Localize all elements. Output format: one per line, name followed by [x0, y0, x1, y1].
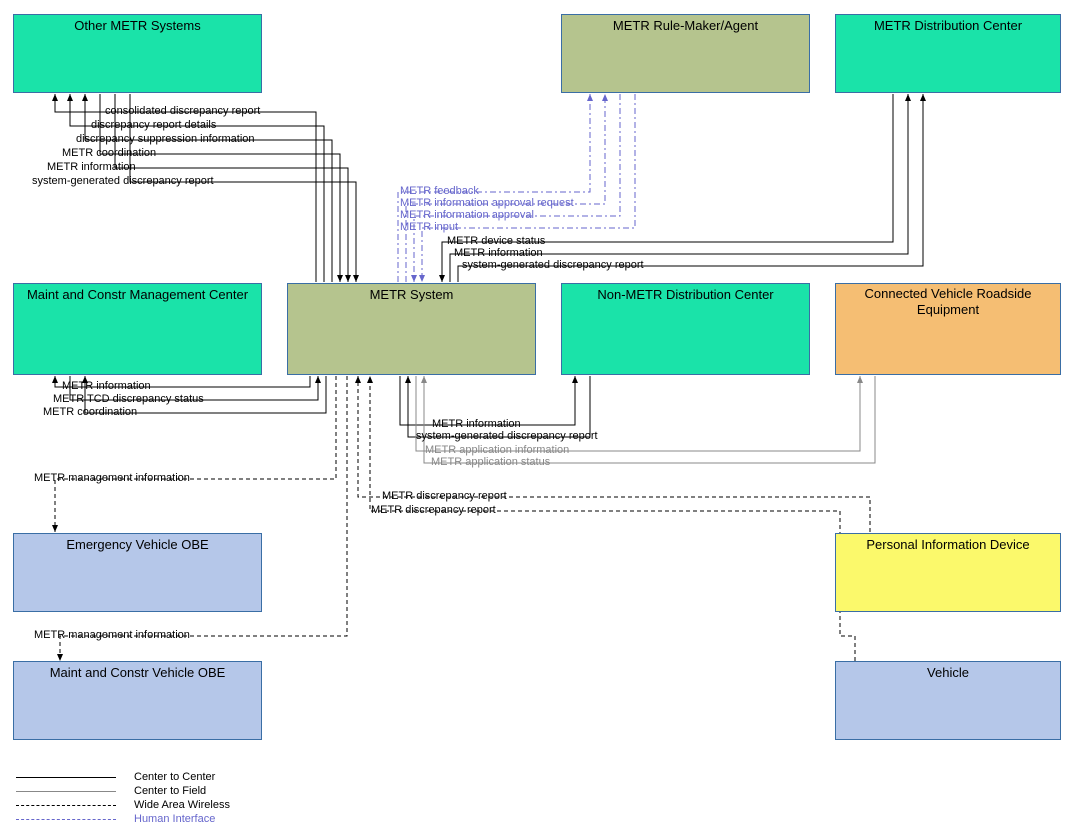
- flow-metr-information-1: METR information: [47, 161, 136, 173]
- box-cvre[interactable]: Connected Vehicle Roadside Equipment: [835, 283, 1061, 375]
- legend: Center to Center Center to Field Wide Ar…: [16, 770, 230, 826]
- box-metr-system[interactable]: METR System: [287, 283, 536, 375]
- flow-sys-discrepancy-2: system-generated discrepancy report: [462, 259, 644, 271]
- flow-metr-feedback: METR feedback: [400, 185, 479, 197]
- legend-wide-area-wireless: Wide Area Wireless: [16, 798, 230, 812]
- flow-metr-discrepancy-2: METR discrepancy report: [371, 504, 496, 516]
- flow-metr-discrepancy-1: METR discrepancy report: [382, 490, 507, 502]
- box-vehicle[interactable]: Vehicle: [835, 661, 1061, 740]
- box-metr-distribution[interactable]: METR Distribution Center: [835, 14, 1061, 93]
- legend-human-interface: Human Interface: [16, 812, 230, 826]
- flow-consolidated-discrepancy: consolidated discrepancy report: [105, 105, 260, 117]
- flow-metr-mgmt-info-1: METR management information: [34, 472, 190, 484]
- flow-sys-discrepancy-1: system-generated discrepancy report: [32, 175, 214, 187]
- flow-metr-tcd-discrepancy: METR TCD discrepancy status: [53, 393, 204, 405]
- flow-discrepancy-details: discrepancy report details: [91, 119, 216, 131]
- flow-metr-mgmt-info-2: METR management information: [34, 629, 190, 641]
- flow-metr-app-info: METR application information: [425, 444, 569, 456]
- legend-center-to-center: Center to Center: [16, 770, 230, 784]
- flow-metr-information-3: METR information: [62, 380, 151, 392]
- flow-metr-input: METR input: [400, 221, 458, 233]
- box-other-metr-systems[interactable]: Other METR Systems: [13, 14, 262, 93]
- box-emergency-vehicle-obe[interactable]: Emergency Vehicle OBE: [13, 533, 262, 612]
- flow-metr-coordination-2: METR coordination: [43, 406, 137, 418]
- box-personal-info-device[interactable]: Personal Information Device: [835, 533, 1061, 612]
- flow-metr-information-2: METR information: [454, 247, 543, 259]
- box-maint-constr-center[interactable]: Maint and Constr Management Center: [13, 283, 262, 375]
- box-metr-rule-maker[interactable]: METR Rule-Maker/Agent: [561, 14, 810, 93]
- legend-center-to-field: Center to Field: [16, 784, 230, 798]
- flow-metr-app-status: METR application status: [431, 456, 550, 468]
- box-maint-constr-vehicle-obe[interactable]: Maint and Constr Vehicle OBE: [13, 661, 262, 740]
- flow-metr-info-approval-req: METR information approval request: [400, 197, 574, 209]
- flow-metr-coordination-1: METR coordination: [62, 147, 156, 159]
- flow-sys-discrepancy-3: system-generated discrepancy report: [416, 430, 598, 442]
- flow-metr-information-4: METR information: [432, 418, 521, 430]
- flow-metr-device-status: METR device status: [447, 235, 545, 247]
- box-non-metr-dist[interactable]: Non-METR Distribution Center: [561, 283, 810, 375]
- flow-metr-info-approval: METR information approval: [400, 209, 534, 221]
- flow-discrepancy-suppression: discrepancy suppression information: [76, 133, 255, 145]
